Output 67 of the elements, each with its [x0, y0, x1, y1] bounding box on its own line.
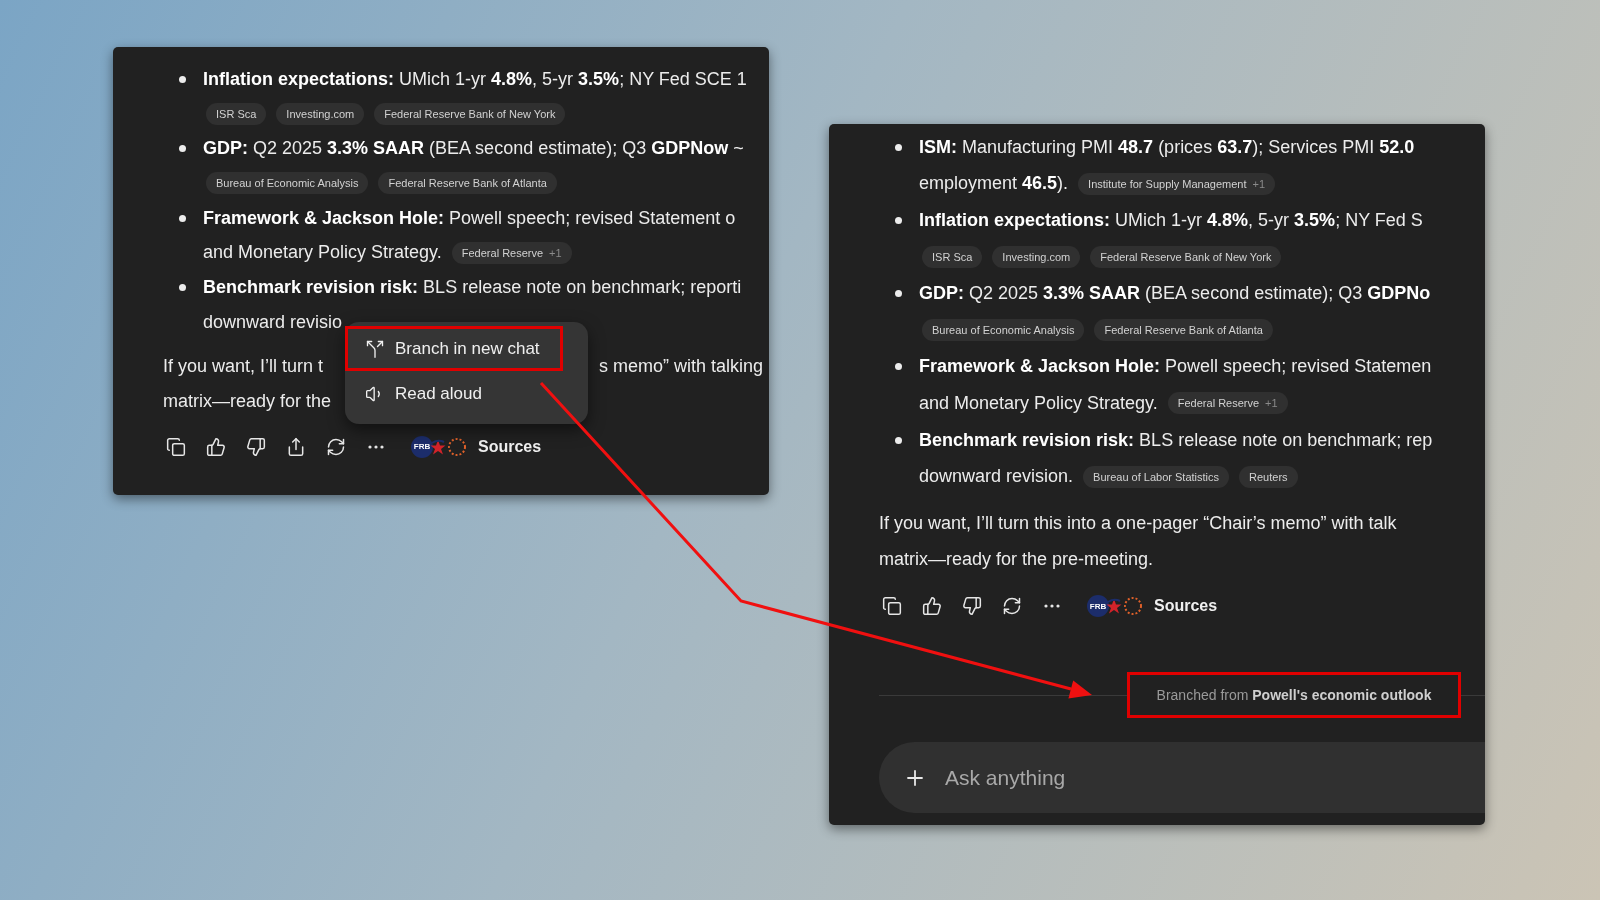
- paragraph-text: s memo” with talking: [598, 356, 763, 378]
- bullet-text: employment 46.5).: [919, 173, 1069, 195]
- paragraph-text: matrix—ready for the pre-meeting.: [879, 549, 1154, 571]
- dotted-ring-icon: [446, 435, 468, 458]
- bullet-text: and Monetary Policy Strategy.: [203, 242, 442, 264]
- bullet-icon: [179, 283, 186, 291]
- source-chip[interactable]: Federal Reserve Bank of New York: [374, 103, 566, 126]
- sources-button[interactable]: FRB Sources: [1081, 589, 1224, 624]
- bullet-text: GDP: Q2 2025 3.3% SAAR (BEA second estimate); Q3 GDPNow ~: [203, 138, 744, 160]
- bullet-text: GDP: Q2 2025 3.3% SAAR (BEA second estimate); Q3 GDPNo: [919, 283, 1431, 305]
- more-icon: [1044, 604, 1060, 609]
- thumbs-up-icon: [206, 436, 226, 457]
- bullet-text: and Monetary Policy Strategy.: [919, 392, 1158, 414]
- bullet-text: Benchmark revision risk: BLS release note on benchmark; rep: [919, 429, 1433, 451]
- source-chip[interactable]: Investing.com: [276, 103, 365, 126]
- source-chip[interactable]: Bureau of Labor Statistics: [1083, 465, 1230, 488]
- source-chip[interactable]: Federal Reserve +1: [1167, 392, 1288, 415]
- source-chip[interactable]: Federal Reserve Bank of Atlanta: [378, 172, 557, 195]
- source-chip[interactable]: Bureau of Economic Analysis: [206, 172, 369, 195]
- regenerate-icon: [326, 436, 346, 457]
- thumbs-down-icon: [246, 436, 266, 457]
- share-icon: [286, 436, 306, 457]
- source-chip[interactable]: Bureau of Economic Analysis: [922, 319, 1085, 342]
- branch-icon: [365, 338, 385, 359]
- message-field[interactable]: Ask anything: [943, 764, 1247, 791]
- paragraph-text: If you want, I’ll turn t: [163, 356, 324, 378]
- menu-item[interactable]: Branch in new chat: [345, 326, 563, 371]
- source-chip[interactable]: Federal Reserve +1: [451, 241, 572, 264]
- source-chip[interactable]: Federal Reserve Bank of New York: [1090, 246, 1282, 269]
- bullet-icon: [179, 214, 186, 222]
- bullet-icon: [179, 145, 186, 153]
- bullet-icon: [895, 363, 902, 371]
- source-chip[interactable]: Institute for Supply Management +1: [1078, 172, 1275, 195]
- bullet-icon: [895, 436, 902, 444]
- more-icon: [368, 444, 384, 449]
- sources-button[interactable]: FRB Sources: [405, 429, 548, 464]
- source-chip[interactable]: ISR Sca: [922, 246, 983, 269]
- menu-item[interactable]: Read aloud: [345, 371, 563, 416]
- copy-icon: [882, 596, 902, 617]
- paragraph-text: matrix—ready for the: [163, 391, 332, 413]
- bullet-text: Framework & Jackson Hole: Powell speech; revised Statemen: [919, 356, 1432, 378]
- regenerate-icon: [1002, 596, 1022, 617]
- bullet-icon: [895, 143, 902, 151]
- star-icon: [430, 437, 446, 456]
- bullet-text: Inflation expectations: UMich 1-yr 4.8%, 5-yr 3.5%; NY Fed S: [919, 210, 1423, 231]
- bullet-text: Inflation expectations: UMich 1-yr 4.8%, 5-yr 3.5%; NY Fed SCE 1: [203, 68, 747, 90]
- logo: FRB: [1087, 595, 1109, 618]
- source-chip[interactable]: Federal Reserve Bank of Atlanta: [1094, 319, 1273, 342]
- bullet-icon: [895, 217, 902, 224]
- dotted-ring-icon: [1122, 595, 1144, 618]
- bullet-icon: [895, 290, 902, 298]
- branched-from-note: Branched from Powell's economic outlook: [1127, 672, 1461, 719]
- bullet-text: downward revision.: [919, 466, 1074, 488]
- source-chip[interactable]: Investing.com: [992, 246, 1081, 269]
- copy-icon: [166, 436, 186, 457]
- bullet-text: Framework & Jackson Hole: Powell speech; revised Statement o: [203, 207, 736, 229]
- paragraph-text: If you want, I’ll turn this into a one-pager “Chair’s memo” with talk: [879, 512, 1397, 534]
- logo: FRB: [411, 435, 433, 458]
- bullet-icon: [179, 75, 186, 83]
- thumbs-down-icon: [962, 596, 982, 617]
- thumbs-up-icon: [922, 596, 942, 617]
- bullet-text: ISM: Manufacturing PMI 48.7 (prices 63.7); Services PMI 52.0: [919, 136, 1415, 158]
- bullet-text: downward revisio: [203, 311, 343, 333]
- star-icon: [1106, 597, 1122, 616]
- source-chip[interactable]: Reuters: [1239, 465, 1298, 488]
- source-chip[interactable]: ISR Sca: [206, 103, 267, 126]
- bullet-text: Benchmark revision risk: BLS release note on benchmark; reporti: [203, 276, 742, 298]
